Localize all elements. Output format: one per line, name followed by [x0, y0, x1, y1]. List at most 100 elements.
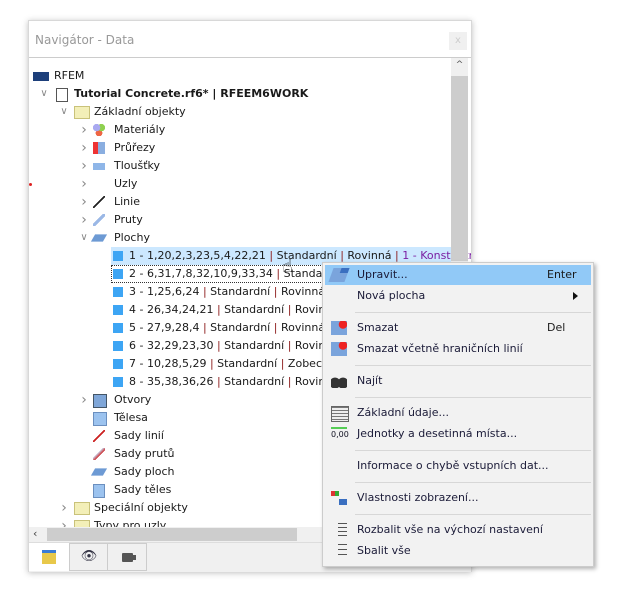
- surface-description-part: 4 - 26,34,24,21: [129, 303, 217, 316]
- folder-icon: [74, 502, 90, 515]
- surface-description: 8 - 35,38,36,26 | Standardní | Rovinná: [129, 373, 339, 391]
- tree-node[interactable]: › Tloušťky: [29, 157, 451, 175]
- chevron-down-icon[interactable]: ∨: [39, 85, 49, 103]
- tree-node-label: Sady prutů: [114, 447, 175, 460]
- surface-description-part: Standardní: [210, 285, 274, 298]
- surface-description-part: 6 - 32,29,23,30: [129, 339, 217, 352]
- tree-node[interactable]: ∨ Tutorial Concrete.rf6* | RFEEM6WORK: [29, 85, 451, 103]
- cross-section-icon: [93, 142, 105, 154]
- surface-description-part: Rovinná: [347, 249, 396, 262]
- menu-item[interactable]: Nová plocha: [325, 286, 591, 306]
- eye-icon: 👁: [80, 549, 98, 564]
- delete-icon: [331, 321, 347, 335]
- tree-node-label: Linie: [114, 195, 140, 208]
- units-icon: 0,00: [331, 427, 349, 443]
- context-menu: Upravit... Enter Nová plocha Smazat Del Smaza…: [322, 262, 594, 567]
- chevron-right-icon[interactable]: ›: [79, 193, 89, 211]
- menu-item-label: Základní údaje...: [357, 406, 449, 419]
- chevron-right-icon[interactable]: ›: [79, 157, 89, 175]
- tab-data[interactable]: [29, 543, 69, 571]
- tree-node[interactable]: › Průřezy: [29, 139, 451, 157]
- collapse-all-icon: [331, 544, 347, 558]
- tree-node[interactable]: ∨ Plochy: [29, 229, 451, 247]
- chevron-right-icon[interactable]: ›: [79, 175, 89, 193]
- tree-node-label: Tělesa: [114, 411, 148, 424]
- surface-description-part: 1 - 1,20,2,3,23,5,4,22,21: [129, 249, 270, 262]
- tree-node[interactable]: › Uzly: [29, 175, 451, 193]
- surface-square-icon: [113, 305, 123, 315]
- chevron-right-icon[interactable]: ›: [79, 121, 89, 139]
- member-set-icon: [93, 448, 105, 460]
- menu-item-label: Najít: [357, 374, 383, 387]
- chevron-right-icon[interactable]: ›: [79, 211, 89, 229]
- close-button[interactable]: x: [449, 32, 467, 50]
- tab-display[interactable]: 👁: [69, 543, 109, 571]
- menu-item[interactable]: Smazat včetně hraničních linií: [325, 339, 591, 359]
- surface-description: 4 - 26,34,24,21 | Standardní | Rovinná: [129, 301, 339, 319]
- menu-item[interactable]: Základní údaje...: [325, 403, 591, 423]
- tree-node-label: Sady těles: [114, 483, 172, 496]
- hand-cursor-icon: ☝: [282, 256, 293, 277]
- surface-description: 5 - 27,9,28,4 | Standardní | Rovinná | 1: [129, 319, 343, 337]
- surface-square-icon: [113, 251, 123, 261]
- tree-node[interactable]: › Linie: [29, 193, 451, 211]
- tree-node[interactable]: RFEM: [29, 67, 451, 85]
- menu-item-shortcut: Del: [547, 321, 566, 334]
- surface-description-part: |: [269, 249, 277, 262]
- scroll-up-icon[interactable]: ^: [451, 60, 468, 70]
- surface-description-part: Standardní: [224, 339, 288, 352]
- surface-description-part: 2 - 6,31,7,8,32,10,9,33,34: [129, 267, 277, 280]
- horizontal-scroll-thumb[interactable]: [47, 528, 297, 541]
- tab-views[interactable]: [107, 543, 147, 571]
- tree-node[interactable]: › Pruty: [29, 211, 451, 229]
- vertical-scroll-thumb[interactable]: [451, 76, 468, 261]
- surface-square-icon: [113, 377, 123, 387]
- tree-node-label: Otvory: [114, 393, 152, 406]
- chevron-down-icon[interactable]: ∨: [59, 103, 69, 121]
- video-camera-icon: [121, 552, 133, 562]
- menu-item-shortcut: Enter: [547, 268, 577, 281]
- member-icon: [93, 214, 105, 226]
- data-navigator-icon: [42, 550, 56, 564]
- tree-node-label: Pruty: [114, 213, 143, 226]
- surface-square-icon: [113, 359, 123, 369]
- chevron-down-icon[interactable]: ∨: [79, 229, 89, 247]
- tree-node[interactable]: ∨ Základní objekty: [29, 103, 451, 121]
- surface-square-icon: [113, 341, 123, 351]
- menu-item-label: Nová plocha: [357, 289, 426, 302]
- surface-description: 7 - 10,28,5,29 | Standardní | Zobecnělý: [129, 355, 345, 373]
- surface-description-part: Standardní: [224, 375, 288, 388]
- thickness-icon: [93, 163, 105, 170]
- menu-item[interactable]: Upravit... Enter: [325, 265, 591, 285]
- surface-description-part: Standardní: [224, 303, 288, 316]
- menu-item-label: Informace o chybě vstupních dat...: [357, 459, 549, 472]
- menu-separator: [355, 397, 591, 398]
- menu-item-label: Smazat včetně hraničních linií: [357, 342, 523, 355]
- surface-description-part: |: [287, 303, 295, 316]
- chevron-right-icon[interactable]: ›: [79, 391, 89, 409]
- line-set-icon: [93, 430, 105, 442]
- opening-icon: [93, 394, 107, 408]
- surface-description-part: |: [273, 321, 281, 334]
- menu-item[interactable]: Sbalit vše: [325, 541, 591, 561]
- node-icon: [29, 183, 32, 186]
- tree-node-label: RFEM: [54, 69, 85, 82]
- tree-node-label: Plochy: [114, 231, 150, 244]
- scroll-left-icon[interactable]: ‹: [33, 527, 37, 540]
- folder-icon: [74, 106, 90, 119]
- menu-item[interactable]: Rozbalit vše na výchozí nastavení: [325, 520, 591, 540]
- surface-description-part: |: [273, 285, 281, 298]
- edit-surface-icon: [328, 268, 350, 282]
- tree-node-label: Tutorial Concrete.rf6* | RFEEM6WORK: [74, 87, 309, 100]
- chevron-right-icon[interactable]: ›: [79, 139, 89, 157]
- chevron-right-icon[interactable]: ›: [59, 499, 69, 517]
- surface-description-part: |: [280, 357, 288, 370]
- menu-item[interactable]: Najít: [325, 371, 591, 391]
- menu-item[interactable]: Vlastnosti zobrazení...: [325, 488, 591, 508]
- menu-item[interactable]: Informace o chybě vstupních dat...: [325, 456, 591, 476]
- menu-item[interactable]: 0,00 Jednotky a desetinná místa...: [325, 424, 591, 444]
- menu-item[interactable]: Smazat Del: [325, 318, 591, 338]
- rfem-logo-icon: [33, 72, 49, 81]
- tree-node[interactable]: › Materiály: [29, 121, 451, 139]
- basic-data-icon: [331, 406, 349, 422]
